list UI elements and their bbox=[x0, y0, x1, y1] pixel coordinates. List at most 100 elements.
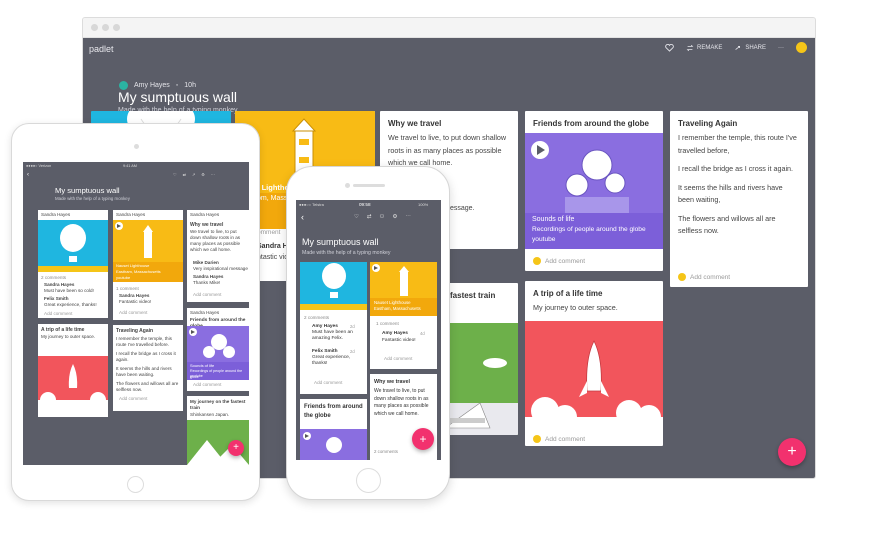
phone-friends-card[interactable]: Friends from around the globe bbox=[300, 399, 367, 460]
card-author: Sandra Hayes bbox=[190, 212, 220, 217]
window-minimize-dot[interactable] bbox=[102, 24, 109, 31]
tablet-balloon-card[interactable]: Sandra Hayes 2 comments Sandra Hayes Mus… bbox=[38, 210, 108, 318]
add-comment-label[interactable]: Add comment bbox=[193, 292, 221, 298]
add-comment-label: Add comment bbox=[545, 435, 586, 443]
caption-source: youtube bbox=[116, 275, 131, 280]
window-close-dot[interactable] bbox=[91, 24, 98, 31]
remake-button[interactable]: REMAKE bbox=[686, 44, 722, 52]
phone-device: ●●●○○ Telstra 09:58 100% ‹ ♡⇄⚇⚙⋯ My sump… bbox=[286, 166, 450, 500]
add-post-fab[interactable]: + bbox=[778, 438, 806, 466]
wall-title: My sumptuous wall bbox=[118, 89, 238, 105]
phone-toolbar-icons[interactable]: ♡⇄⚇⚙⋯ bbox=[354, 214, 419, 220]
poem-line: The flowers and willows all are selfless… bbox=[678, 213, 776, 236]
more-menu-button[interactable]: ··· bbox=[778, 45, 784, 51]
tablet-screen: ●●●●○ Verizon 9:41 AM ‹ ♡⇄↗⚙⋯ My sumptuo… bbox=[23, 162, 249, 465]
status-battery: 100% bbox=[418, 202, 429, 207]
rocket-illustration bbox=[38, 364, 108, 408]
add-comment-label[interactable]: Add comment bbox=[119, 310, 147, 316]
status-carrier: ●●●●○ Verizon bbox=[26, 164, 52, 168]
tablet-traveling-card[interactable]: Traveling Again I remember the temple, t… bbox=[113, 325, 183, 411]
add-comment-label[interactable]: Add comment bbox=[113, 396, 183, 402]
comment-text: Fantastic video! bbox=[119, 299, 152, 304]
add-comment-label[interactable]: Add comment bbox=[384, 355, 412, 363]
friends-illustration bbox=[531, 141, 629, 213]
tablet-toolbar-icons[interactable]: ♡⇄↗⚙⋯ bbox=[173, 172, 221, 177]
friends-caption: Sounds of life Recordings of people arou… bbox=[187, 362, 249, 380]
balloon-thumbnail bbox=[38, 220, 108, 272]
phone-home-button[interactable] bbox=[356, 468, 381, 493]
caption-body: Eastham, Massachusetts bbox=[374, 306, 421, 311]
card-author: Sandra Hayes bbox=[41, 212, 71, 217]
comment-count[interactable]: 1 comment bbox=[116, 286, 139, 292]
back-arrow-icon[interactable]: ‹ bbox=[301, 212, 304, 222]
comment-count[interactable]: omment bbox=[257, 229, 280, 236]
phone-add-post-fab[interactable]: + bbox=[412, 428, 434, 450]
status-time: 9:41 AM bbox=[123, 164, 137, 168]
tablet-add-post-fab[interactable]: + bbox=[228, 440, 244, 456]
tablet-friends-card[interactable]: Sandra Hayes Friends from around the glo… bbox=[187, 308, 249, 391]
poem-line: It seems the hills and rivers have been … bbox=[678, 182, 783, 205]
comment-count[interactable]: 1 comment bbox=[376, 320, 399, 328]
card-body: We travel to live, to put down shallow r… bbox=[190, 229, 241, 252]
card-title: Friends from around the globe bbox=[533, 119, 650, 128]
tablet-camera bbox=[134, 144, 139, 149]
comment-count[interactable]: 2 comments bbox=[374, 448, 398, 456]
tablet-why-travel-card[interactable]: Sandra Hayes Why we travel We travel to … bbox=[187, 210, 249, 302]
add-comment-row[interactable]: Add comment bbox=[670, 267, 738, 287]
trip-card[interactable]: A trip of a life time My journey to oute… bbox=[525, 281, 663, 446]
friends-thumbnail bbox=[525, 133, 663, 213]
lighthouse-caption: Nauset Lighthouse Eastham, Massachusetts… bbox=[113, 262, 183, 282]
poem-line: I recall the bridge as I cross it again. bbox=[678, 164, 794, 173]
tablet-lighthouse-card[interactable]: Sandra Hayes Nauset Lighthouse Eastham, … bbox=[113, 210, 183, 320]
status-time: 09:58 bbox=[359, 202, 371, 207]
lighthouse-thumbnail bbox=[113, 220, 183, 262]
add-comment-label[interactable]: Add comment bbox=[44, 311, 72, 317]
card-title: A trip of a life time bbox=[533, 289, 603, 298]
add-comment-label: Add comment bbox=[545, 257, 586, 265]
tablet-trip-card[interactable]: A trip of a life time My journey to oute… bbox=[38, 324, 108, 417]
friends-thumbnail bbox=[300, 429, 367, 460]
share-icon bbox=[735, 45, 741, 50]
lighthouse-caption: Nauset Lighthouse Eastham, Massachusetts bbox=[370, 298, 437, 316]
tablet-device: ●●●●○ Verizon 9:41 AM ‹ ♡⇄↗⚙⋯ My sumptuo… bbox=[11, 123, 260, 501]
padlet-logo[interactable]: padlet bbox=[89, 44, 114, 54]
phone-balloon-card[interactable]: 2 comments Amy Hayes 2d Must have been a… bbox=[300, 262, 367, 394]
comment-text: Great experience, thanks! bbox=[44, 302, 97, 307]
friends-thumbnail bbox=[187, 326, 249, 362]
poem-line: I remember the temple, this route I've t… bbox=[678, 133, 797, 155]
add-comment-label[interactable]: Add comment bbox=[193, 382, 221, 388]
share-button[interactable]: SHARE bbox=[734, 44, 766, 52]
card-title: My journey on the fastest train bbox=[190, 399, 246, 410]
user-avatar[interactable] bbox=[796, 42, 807, 53]
caption-title: Sounds of life bbox=[532, 216, 575, 223]
card-title: Traveling Again bbox=[678, 119, 738, 128]
phone-lighthouse-card[interactable]: Nauset Lighthouse Eastham, Massachusetts… bbox=[370, 262, 437, 369]
comment-text: Very inspirational message bbox=[193, 266, 248, 271]
heart-icon[interactable] bbox=[665, 43, 674, 52]
tablet-home-button[interactable] bbox=[127, 476, 144, 493]
hot-air-balloon-illustration bbox=[38, 224, 108, 272]
add-comment-row[interactable]: Add comment bbox=[525, 251, 593, 271]
add-comment-row[interactable]: Add comment bbox=[525, 429, 593, 446]
hot-air-balloon-illustration bbox=[300, 263, 367, 310]
card-author: Sandra Hayes bbox=[116, 212, 146, 217]
tablet-wall-subtitle: Made with the help of a typing monkey bbox=[55, 196, 130, 201]
wall-top-bar: padlet REMAKE SHARE ··· bbox=[83, 38, 815, 58]
phone-camera bbox=[345, 183, 350, 188]
poem-line: The flowers and willows all are selfless… bbox=[116, 381, 179, 392]
tablet-wall-title: My sumptuous wall bbox=[55, 186, 120, 195]
window-maximize-dot[interactable] bbox=[113, 24, 120, 31]
phone-wall-subtitle: Made with the help of a typing monkey bbox=[302, 250, 391, 256]
remake-label: REMAKE bbox=[696, 44, 723, 51]
comment-count[interactable]: 2 comments bbox=[41, 275, 66, 281]
rocket-illustration bbox=[525, 340, 663, 429]
friends-caption: Sounds of life Recordings of people arou… bbox=[525, 213, 663, 249]
comment-count[interactable]: 2 comments bbox=[304, 314, 329, 322]
card-title: Why we travel bbox=[190, 222, 224, 228]
traveling-again-card[interactable]: Traveling Again I remember the temple, t… bbox=[670, 111, 808, 287]
add-comment-label: Add comment bbox=[690, 273, 731, 281]
comment-text: ntastic vid bbox=[257, 254, 289, 261]
add-comment-label[interactable]: Add comment bbox=[314, 379, 342, 387]
back-arrow-icon[interactable]: ‹ bbox=[27, 172, 29, 178]
friends-card[interactable]: Friends from around the globe Sounds of … bbox=[525, 111, 663, 271]
